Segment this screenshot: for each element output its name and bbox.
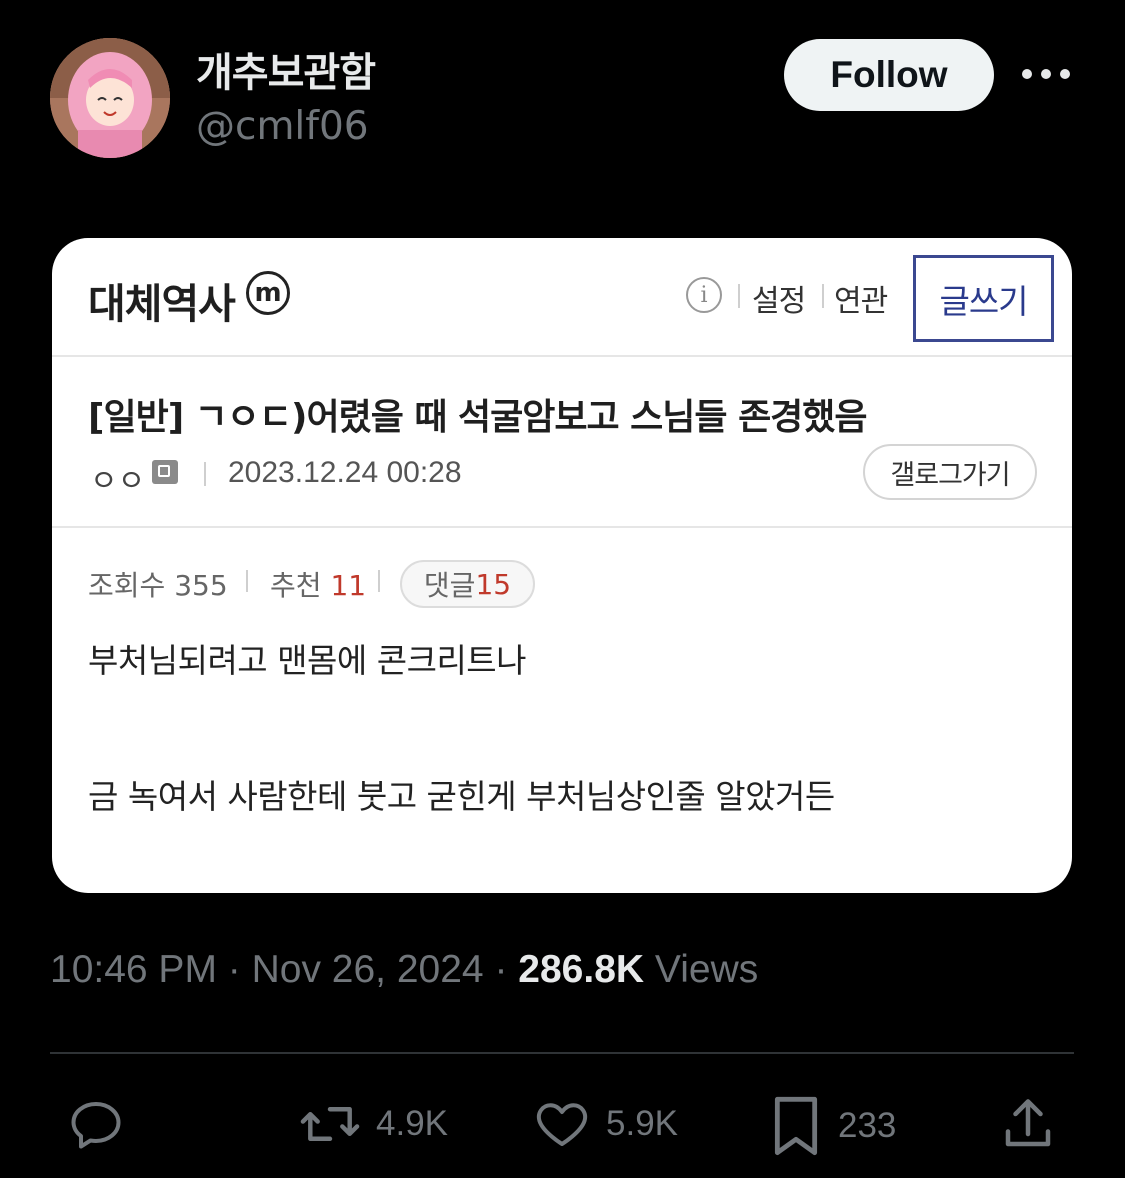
display-name[interactable]: 개추보관함	[196, 40, 376, 98]
recommend-value: 11	[330, 569, 367, 602]
reply-icon	[71, 1102, 121, 1149]
divider	[378, 570, 380, 592]
dot	[1060, 69, 1070, 79]
bookmark-icon	[774, 1096, 818, 1156]
divider	[822, 284, 824, 308]
recommend-count: 추천 11	[270, 564, 366, 604]
recommend-label: 추천	[270, 569, 322, 602]
comment-value: 15	[475, 567, 512, 601]
comment-count-badge: 댓글 15	[400, 560, 535, 608]
divider	[246, 570, 248, 592]
like-button[interactable]: 5.9K	[532, 1094, 678, 1154]
post-body-line: 부처님되려고 맨몸에 콘크리트나	[88, 641, 527, 680]
info-icon: i	[686, 277, 722, 313]
share-button[interactable]	[998, 1094, 1058, 1154]
go-gallog-button: 갤로그가기	[863, 444, 1037, 500]
tweet-time[interactable]: 10:46 PM	[50, 948, 217, 991]
user-handle[interactable]: @cmlf06	[196, 104, 369, 149]
like-count: 5.9K	[606, 1104, 678, 1143]
divider	[50, 1052, 1074, 1054]
divider	[738, 284, 740, 308]
post-date: 2023.12.24 00:28	[228, 456, 462, 489]
tweet-date[interactable]: Nov 26, 2024	[252, 948, 484, 991]
views-label: Views	[654, 948, 759, 991]
fixed-nick-icon	[152, 460, 178, 484]
avatar[interactable]	[50, 38, 170, 158]
more-options-icon[interactable]	[1022, 62, 1070, 86]
divider	[204, 462, 206, 486]
retweet-count: 4.9K	[376, 1104, 448, 1143]
gallery-name: 대체역사	[88, 280, 236, 328]
settings-link: 설정	[752, 284, 806, 319]
retweet-button[interactable]: 4.9K	[298, 1094, 448, 1154]
follow-button[interactable]: Follow	[784, 39, 994, 111]
heart-icon	[536, 1103, 588, 1146]
divider	[52, 355, 1072, 357]
post-title: [일반] ㄱㅇㄷ)어렸을 때 석굴암보고 스님들 존경했음	[88, 397, 868, 438]
post-body-line: 금 녹여서 사람한테 붓고 굳힌게 부처님상인줄 알았거든	[88, 777, 835, 816]
retweet-icon	[300, 1107, 360, 1141]
bookmark-count: 233	[838, 1106, 897, 1145]
minor-gallery-badge: m	[246, 271, 290, 315]
post-author: ㅇㅇ	[90, 464, 146, 499]
write-post-button: 글쓰기	[913, 255, 1054, 342]
tweet-meta: 10:46 PM · Nov 26, 2024 · 286.8K Views	[50, 948, 759, 991]
avatar-image	[50, 38, 170, 158]
reply-button[interactable]	[66, 1094, 140, 1154]
share-icon	[1005, 1099, 1051, 1147]
view-count: 조회수 355	[88, 564, 228, 604]
view-count-label: 조회수	[88, 569, 166, 602]
attached-image[interactable]: 대체역사 m i 설정 연관 글쓰기 [일반] ㄱㅇㄷ)어렸을 때 석굴암보고 …	[52, 238, 1072, 893]
bookmark-button[interactable]: 233	[768, 1094, 896, 1158]
related-link: 연관	[834, 284, 888, 319]
view-count-value: 355	[174, 569, 228, 602]
comment-label: 댓글	[423, 569, 476, 602]
dot	[1041, 69, 1051, 79]
divider	[52, 526, 1072, 528]
dot	[1022, 69, 1032, 79]
views-count: 286.8K	[518, 948, 645, 991]
